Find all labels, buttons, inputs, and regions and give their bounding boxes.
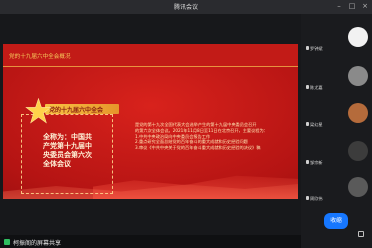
left-title-line: 全体会议	[43, 159, 71, 168]
participant-name: 罗钟斌	[310, 46, 323, 51]
slide-left-title: 全称为：中国共 产党第十九届中 央委员会第六次 全体会议	[43, 132, 111, 168]
body-line: 的第六次全体会议。2021年11月8日至11日在北京召开，主要议程为：	[135, 127, 268, 133]
mic-icon	[306, 196, 309, 200]
title-bar: 腾讯会议 – □ ×	[0, 0, 372, 14]
window-title: 腾讯会议	[173, 4, 198, 11]
mic-icon	[306, 85, 309, 89]
slide-header: 党的十九届六中全会概况	[3, 44, 298, 66]
close-button[interactable]: ×	[361, 2, 369, 10]
shared-screen-area: 党的十九届六中全会概况 党的十九届六中全会 全称为：中国共 产党第十九届中 央委…	[0, 14, 301, 235]
header-divider	[3, 66, 298, 67]
participant-avatar	[348, 66, 368, 86]
left-title-line: 央委员会第六次	[43, 150, 92, 159]
collapse-button[interactable]: 收缩	[324, 213, 348, 229]
participant-tile[interactable]: 邹宗新	[306, 136, 372, 172]
left-title-line: 产党第十九届中	[43, 141, 92, 150]
participant-tile[interactable]: 陈尤嘉	[306, 61, 372, 97]
participant-name: 周欣伟	[310, 196, 323, 201]
participant-tile[interactable]: 梁幻星	[306, 98, 372, 134]
screen-share-icon	[4, 239, 10, 245]
participant-avatar	[348, 27, 368, 47]
screen-share-label: 柯振阁的屏幕共享	[13, 240, 62, 247]
participant-name: 邹宗新	[310, 160, 323, 165]
participant-avatar	[348, 103, 368, 123]
star-icon	[25, 98, 52, 124]
maximize-button[interactable]: □	[348, 2, 356, 10]
presentation-slide: 党的十九届六中全会概况 党的十九届六中全会 全称为：中国共 产党第十九届中 央委…	[3, 44, 298, 199]
minimize-button[interactable]: –	[335, 2, 343, 10]
collapse-icon[interactable]	[358, 231, 364, 237]
mic-icon	[306, 160, 309, 164]
window-controls: – □ ×	[335, 2, 369, 10]
mic-icon	[306, 122, 309, 126]
participant-tile[interactable]: 周欣伟	[306, 172, 372, 208]
left-title-line: 全称为：中国共	[43, 132, 92, 141]
slide-header-text: 党的十九届六中全会概况	[9, 54, 71, 60]
flag-wave-decoration-2	[93, 175, 298, 199]
slide-badge-text: 党的十九届六中全会	[49, 107, 104, 114]
slide-right-body: 是党的第十九次全国代表大会选举产生的第十九届中央委员会召开 的第六次全体会议。2…	[135, 122, 289, 151]
participant-avatar	[348, 177, 368, 197]
participant-name: 陈尤嘉	[310, 85, 323, 90]
screen-share-bar: 柯振阁的屏幕共享	[0, 235, 301, 248]
participant-avatar	[348, 141, 368, 161]
participant-name: 梁幻星	[310, 122, 323, 127]
body-line: 3.审议《中共中央关于党的百年奋斗重大成就和历史经验的决议》稿	[135, 145, 261, 151]
participant-tile[interactable]: 罗钟斌	[306, 22, 372, 58]
mic-icon	[306, 46, 309, 50]
slide-badge: 党的十九届六中全会	[45, 104, 119, 114]
